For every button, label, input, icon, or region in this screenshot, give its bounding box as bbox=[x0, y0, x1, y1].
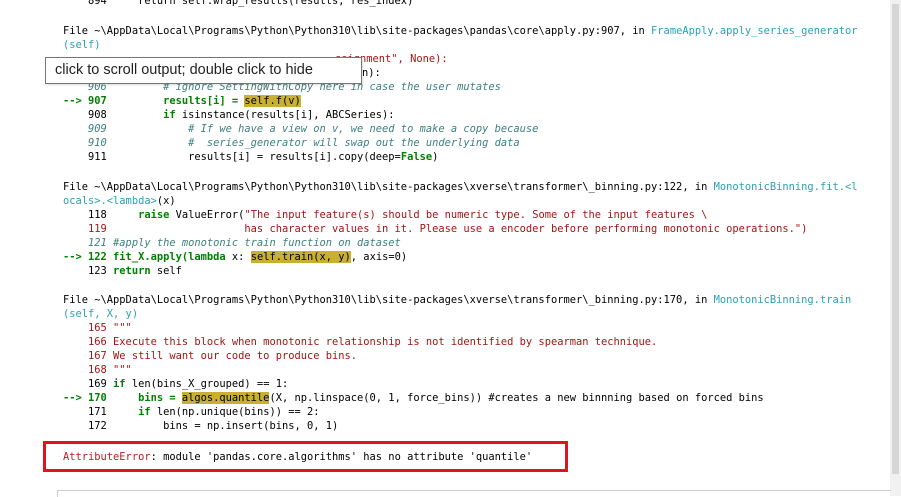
code-line-123: 123 return self bbox=[63, 265, 182, 277]
code-line-907-current: --> 907 results[i] = self.f(v) bbox=[63, 95, 301, 107]
code-line-910: 910 # series_generator will swap out the… bbox=[63, 137, 520, 149]
frame-header-binning-train: File ~\AppData\Local\Programs\Python\Pyt… bbox=[63, 294, 852, 306]
code-line-169: 169 if len(bins_X_grouped) == 1: bbox=[63, 378, 289, 390]
traceback-output[interactable]: 894 return self.wrap_results(results, re… bbox=[0, 0, 890, 483]
frame-header-apply: File ~\AppData\Local\Programs\Python\Pyt… bbox=[63, 24, 858, 38]
code-line-168: 168 """ bbox=[63, 364, 132, 376]
scrollbar-thumb[interactable] bbox=[892, 4, 899, 474]
code-line-171: 171 if len(np.unique(bins)) == 2: bbox=[63, 406, 320, 418]
code-line-894: 894 return self.wrap_results(results, re… bbox=[63, 0, 414, 7]
code-line-172: 172 bins = np.insert(bins, 0, 1) bbox=[63, 420, 339, 432]
code-line-911: 911 results[i] = results[i].copy(deep=Fa… bbox=[63, 151, 439, 163]
error-highlight: self.train(x, y) bbox=[250, 251, 351, 263]
code-line-partial-2: n): bbox=[362, 67, 381, 79]
code-line-119: 119 has character values in it. Please u… bbox=[63, 223, 808, 235]
function-args: ocals>.<lambda>(x) bbox=[63, 195, 176, 207]
error-highlight: self.f(v) bbox=[244, 95, 301, 107]
frame-header-binning-fit: File ~\AppData\Local\Programs\Python\Pyt… bbox=[63, 181, 858, 193]
code-line-118: 118 raise ValueError("The input feature(… bbox=[63, 209, 708, 221]
code-line-908: 908 if isinstance(results[i], ABCSeries)… bbox=[63, 109, 395, 121]
function-link[interactable]: MonotonicBinning.fit.<l bbox=[714, 181, 858, 193]
error-annotation-box bbox=[43, 441, 568, 472]
function-args: (self, X, y) bbox=[63, 308, 139, 320]
function-link[interactable]: MonotonicBinning.train bbox=[714, 294, 852, 306]
code-line-121: 121 #apply the monotonic train function … bbox=[63, 237, 401, 249]
function-args: (self) bbox=[63, 39, 101, 51]
scroll-output-tooltip: click to scroll output; double click to … bbox=[45, 57, 362, 84]
code-line-167: 167 We still want our code to produce bi… bbox=[63, 350, 358, 362]
code-line-166: 166 Execute this block when monotonic re… bbox=[63, 336, 658, 348]
error-highlight: algos.quantile bbox=[181, 392, 270, 404]
code-line-909: 909 # If we have a view on v, we need to… bbox=[63, 123, 539, 135]
code-line-170-current: --> 170 bins = algos.quantile(X, np.lins… bbox=[63, 392, 764, 404]
function-link[interactable]: FrameApply.apply_series_generator bbox=[651, 25, 857, 37]
code-line-165: 165 """ bbox=[63, 322, 132, 334]
code-line-122-current: --> 122 fit_X.apply(lambda x: self.train… bbox=[63, 251, 408, 263]
file-path: File ~\AppData\Local\Programs\Python\Pyt… bbox=[63, 25, 652, 37]
